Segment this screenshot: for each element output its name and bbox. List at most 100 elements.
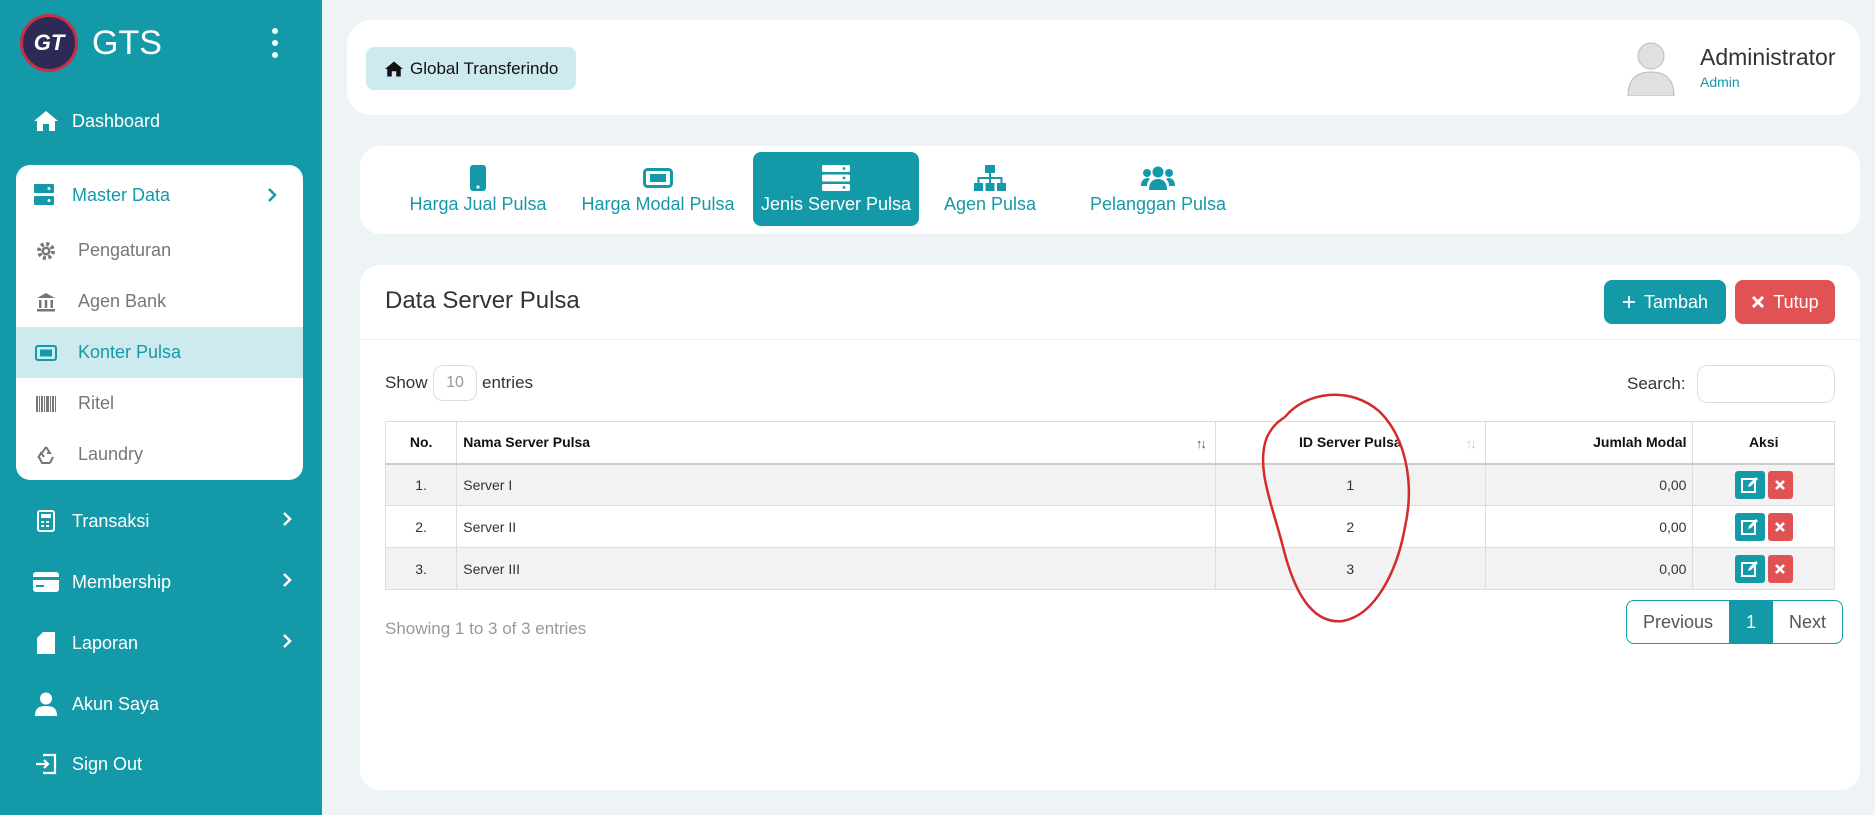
sign-out-icon (32, 750, 60, 778)
tab-label: Jenis Server Pulsa (760, 193, 912, 214)
tab-bar: Harga Jual Pulsa Harga Modal Pulsa Jenis… (360, 146, 1860, 234)
gear-icon (34, 241, 58, 261)
delete-icon[interactable] (1767, 554, 1793, 583)
users-icon (1141, 164, 1175, 192)
cell-id: 1 (1214, 463, 1486, 506)
sub-item-label: Ritel (78, 393, 115, 413)
tab-label: Harga Modal Pulsa (581, 193, 735, 214)
page-1-button[interactable]: 1 (1730, 601, 1774, 643)
tab-label: Harga Jual Pulsa (409, 193, 547, 214)
cell-actions (1692, 463, 1835, 506)
ticket-icon (643, 164, 673, 192)
tab-label: Pelanggan Pulsa (1089, 193, 1227, 214)
tab-harga-modal-pulsa[interactable]: Harga Modal Pulsa (572, 152, 744, 226)
calculator-icon (32, 507, 60, 535)
add-button-label: Tambah (1643, 291, 1709, 312)
cell-actions (1692, 505, 1835, 548)
tab-pelanggan-pulsa[interactable]: Pelanggan Pulsa (1078, 152, 1238, 226)
top-header: Global Transferindo Administrator Admin (347, 20, 1860, 115)
card-title: Data Server Pulsa (385, 287, 580, 314)
credit-card-icon (32, 568, 60, 596)
col-id-server[interactable]: ID Server Pulsa ↑↓ (1214, 421, 1486, 465)
sub-item-laundry[interactable]: Laundry (16, 429, 303, 480)
col-aksi: Aksi (1692, 421, 1835, 465)
tab-harga-jual-pulsa[interactable]: Harga Jual Pulsa (392, 152, 564, 226)
file-icon (32, 629, 60, 657)
nav-transaksi-label: Transaksi (72, 510, 150, 531)
sub-item-agen-bank[interactable]: Agen Bank (16, 276, 303, 327)
nav-membership[interactable]: Membership (32, 564, 292, 600)
sub-item-label: Konter Pulsa (78, 342, 182, 362)
barcode-icon (34, 395, 58, 412)
search-label: Search: (1627, 374, 1686, 393)
table-row: 3. Server III 3 0,00 (384, 547, 1835, 590)
edit-icon[interactable] (1734, 470, 1765, 499)
nav-laporan[interactable]: Laporan (32, 625, 292, 661)
close-icon (1751, 295, 1765, 309)
table-row: 2. Server II 2 0,00 (384, 505, 1835, 548)
nav-dashboard[interactable]: Dashboard (32, 103, 292, 139)
show-label: Show (385, 373, 428, 392)
col-label: Nama Server Pulsa (463, 434, 591, 451)
sub-item-konter-pulsa[interactable]: Konter Pulsa (16, 327, 303, 378)
sidebar: GT GTS Dashboard Master Data Pengaturan (0, 0, 322, 815)
close-button[interactable]: Tutup (1735, 280, 1835, 324)
kebab-menu-icon[interactable] (268, 28, 282, 58)
cell-name: Server III (456, 547, 1216, 590)
sub-item-ritel[interactable]: Ritel (16, 378, 303, 429)
nav-membership-label: Membership (72, 571, 172, 592)
user-icon (32, 690, 60, 718)
ticket-icon (34, 344, 58, 361)
sitemap-icon (974, 164, 1006, 192)
sort-icon: ↑↓ (1465, 436, 1477, 451)
tab-jenis-server-pulsa[interactable]: Jenis Server Pulsa (753, 152, 919, 226)
sub-item-label: Laundry (78, 444, 144, 464)
tab-agen-pulsa[interactable]: Agen Pulsa (930, 152, 1050, 226)
sub-item-label: Agen Bank (78, 291, 167, 311)
nav-akun-saya[interactable]: Akun Saya (32, 686, 292, 722)
server-table: No. Nama Server Pulsa ↑↓ ID Server Pulsa… (384, 421, 1835, 590)
sub-item-pengaturan[interactable]: Pengaturan (16, 225, 303, 276)
col-label: ID Server Pulsa (1298, 434, 1402, 451)
cell-modal: 0,00 (1484, 463, 1694, 506)
entries-select[interactable]: 10 (433, 365, 477, 401)
close-button-label: Tutup (1773, 291, 1819, 312)
cell-name: Server I (456, 463, 1216, 506)
divider (360, 339, 1860, 340)
search-input[interactable] (1697, 365, 1835, 403)
next-button[interactable]: Next (1773, 601, 1842, 643)
col-no[interactable]: No. (384, 421, 458, 465)
table-info: Showing 1 to 3 of 3 entries (385, 619, 587, 638)
bank-icon (34, 292, 58, 312)
home-icon (32, 107, 60, 135)
col-jumlah-modal[interactable]: Jumlah Modal (1484, 421, 1694, 465)
avatar[interactable] (1622, 38, 1680, 96)
edit-icon[interactable] (1734, 512, 1765, 541)
delete-icon[interactable] (1767, 512, 1793, 541)
breadcrumb-label: Global Transferindo (410, 58, 559, 78)
nav-akun-saya-label: Akun Saya (72, 693, 160, 714)
cell-id: 3 (1214, 547, 1486, 590)
delete-icon[interactable] (1767, 470, 1793, 499)
nav-sign-out[interactable]: Sign Out (32, 746, 292, 782)
nav-laporan-label: Laporan (72, 632, 139, 653)
table-row: 1. Server I 1 0,00 (384, 463, 1835, 506)
pagination: Previous 1 Next (1626, 600, 1844, 644)
nav-dashboard-label: Dashboard (72, 110, 161, 131)
add-button[interactable]: Tambah (1604, 280, 1726, 324)
nav-master-data[interactable]: Master Data (16, 165, 303, 225)
mobile-phone-icon (470, 164, 486, 192)
nav-transaksi[interactable]: Transaksi (32, 503, 292, 539)
brand[interactable]: GT GTS (20, 14, 162, 72)
plus-icon (1622, 295, 1636, 309)
table-header-row: No. Nama Server Pulsa ↑↓ ID Server Pulsa… (384, 421, 1835, 465)
breadcrumb[interactable]: Global Transferindo (366, 47, 577, 90)
entries-label: entries (482, 373, 534, 392)
user-role: Admin (1700, 74, 1740, 90)
user-name: Administrator (1700, 44, 1836, 70)
edit-icon[interactable] (1734, 554, 1765, 583)
cell-name: Server II (456, 505, 1216, 548)
data-card: Data Server Pulsa Tambah Tutup Show 10 e… (360, 265, 1860, 790)
col-nama-server[interactable]: Nama Server Pulsa ↑↓ (456, 421, 1216, 465)
previous-button[interactable]: Previous (1627, 601, 1731, 643)
